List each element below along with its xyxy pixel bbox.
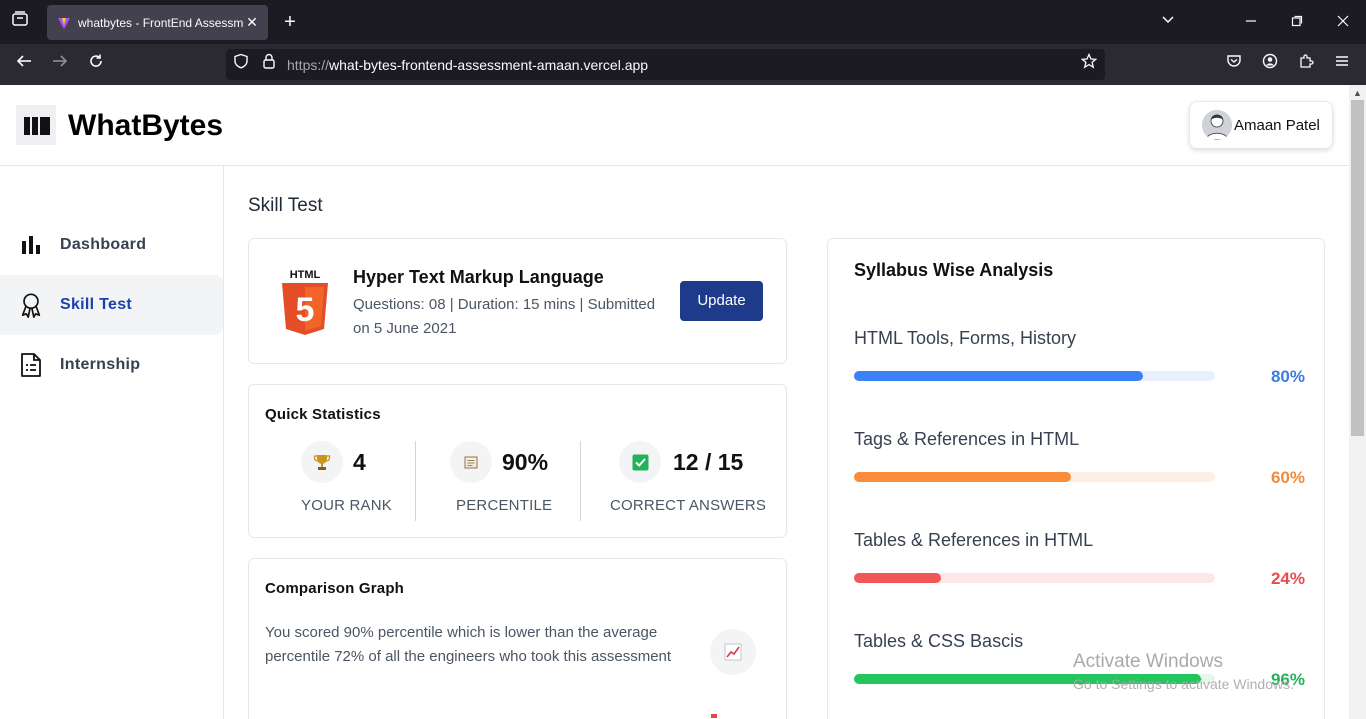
url-host: what-bytes-frontend-assessment-amaan.ver… bbox=[329, 57, 649, 73]
lock-icon[interactable] bbox=[258, 53, 280, 75]
progress-fill bbox=[854, 573, 941, 583]
update-button[interactable]: Update bbox=[680, 281, 763, 321]
vite-favicon-icon bbox=[58, 17, 70, 29]
restore-icon[interactable] bbox=[1285, 10, 1309, 34]
stat-correct-answers: 12 / 15 CORRECT ANSWERS bbox=[610, 441, 766, 521]
url-scheme: https:// bbox=[287, 57, 330, 73]
stat-value: 4 bbox=[353, 448, 366, 475]
scroll-up-arrow-icon[interactable]: ▲ bbox=[1349, 87, 1366, 99]
browser-tab[interactable]: whatbytes - FrontEnd Assessme ✕ bbox=[47, 5, 268, 40]
trophy-icon bbox=[301, 441, 343, 483]
stat-divider bbox=[580, 441, 581, 521]
progress-fill bbox=[854, 674, 1201, 684]
logo-text[interactable]: WhatBytes bbox=[68, 109, 223, 143]
sidebar-item-internship[interactable]: Internship bbox=[0, 335, 223, 395]
shield-icon[interactable] bbox=[230, 53, 252, 75]
sidebar: Dashboard Skill Test Internship bbox=[0, 166, 224, 719]
test-info-card: HTML 5 Hyper Text Markup Language Questi… bbox=[248, 238, 787, 364]
syllabus-item-percent: 96% bbox=[1270, 670, 1305, 689]
syllabus-item-percent: 80% bbox=[1270, 367, 1305, 386]
bookmark-star-icon[interactable] bbox=[1078, 52, 1100, 75]
whatbytes-logo-icon bbox=[16, 105, 56, 145]
test-title: Hyper Text Markup Language bbox=[353, 267, 604, 287]
close-tab-icon[interactable]: ✕ bbox=[244, 14, 260, 31]
syllabus-analysis-card: Syllabus Wise Analysis HTML Tools, Forms… bbox=[827, 238, 1325, 719]
syllabus-item-label: HTML Tools, Forms, History bbox=[854, 328, 1077, 348]
syllabus-title: Syllabus Wise Analysis bbox=[854, 260, 1054, 280]
stat-rank: 4 YOUR RANK bbox=[301, 441, 392, 521]
stat-label: YOUR RANK bbox=[301, 497, 392, 514]
html-logo-text: HTML bbox=[290, 269, 321, 281]
syllabus-item-percent: 60% bbox=[1270, 468, 1305, 487]
syllabus-item: Tables & CSS Bascis 96% bbox=[854, 631, 1306, 691]
back-arrow-icon[interactable] bbox=[12, 52, 36, 76]
avatar bbox=[1202, 110, 1232, 140]
progress-fill bbox=[854, 371, 1143, 381]
test-description: Questions: 08 | Duration: 15 mins | Subm… bbox=[353, 296, 656, 337]
stat-value: 90% bbox=[502, 448, 549, 475]
minimize-icon[interactable] bbox=[1239, 10, 1263, 34]
html-logo-digit: 5 bbox=[296, 291, 315, 329]
user-name: Amaan Patel bbox=[1234, 116, 1320, 134]
syllabus-item-label: Tables & References in HTML bbox=[854, 530, 1094, 550]
reload-icon[interactable] bbox=[84, 52, 108, 76]
scrollbar-thumb[interactable] bbox=[1351, 100, 1364, 436]
sidebar-item-label: Dashboard bbox=[60, 236, 147, 253]
tab-overview-icon[interactable] bbox=[8, 10, 32, 34]
sidebar-item-label: Internship bbox=[60, 356, 141, 373]
browser-tab-bar: whatbytes - FrontEnd Assessme ✕ + bbox=[0, 0, 1366, 44]
quick-statistics-title: Quick Statistics bbox=[265, 406, 381, 423]
award-icon bbox=[18, 292, 44, 318]
trend-chart-icon bbox=[710, 629, 756, 675]
syllabus-item: Tags & References in HTML 60% bbox=[854, 429, 1306, 489]
stat-divider bbox=[415, 441, 416, 521]
new-tab-icon[interactable]: + bbox=[278, 10, 302, 34]
syllabus-item: HTML Tools, Forms, History 80% bbox=[854, 328, 1306, 388]
tab-list-chevron-icon[interactable] bbox=[1156, 10, 1180, 34]
tab-title: whatbytes - FrontEnd Assessme bbox=[78, 15, 244, 30]
address-bar[interactable]: https://what-bytes-frontend-assessment-a… bbox=[226, 49, 1105, 80]
browser-nav-bar: https://what-bytes-frontend-assessment-a… bbox=[0, 44, 1366, 85]
comparison-graph-title: Comparison Graph bbox=[265, 580, 405, 597]
progress-track bbox=[854, 472, 1215, 482]
html5-logo-icon: HTML 5 bbox=[282, 269, 328, 335]
quick-statistics-card: Quick Statistics 4 YOUR RANK 90% PERCENT… bbox=[248, 384, 787, 538]
check-icon bbox=[619, 441, 661, 483]
stat-value: 12 / 15 bbox=[673, 448, 744, 475]
menu-hamburger-icon[interactable] bbox=[1330, 52, 1354, 76]
graph-line-fragment bbox=[711, 714, 717, 718]
clipboard-icon bbox=[450, 441, 492, 483]
stat-label: CORRECT ANSWERS bbox=[610, 497, 767, 514]
syllabus-item-percent: 24% bbox=[1270, 569, 1305, 588]
app-header: WhatBytes Amaan Patel bbox=[0, 85, 1349, 166]
comparison-graph-card: Comparison Graph You scored 90% percenti… bbox=[248, 558, 787, 719]
close-window-icon[interactable] bbox=[1331, 10, 1355, 34]
syllabus-item-label: Tags & References in HTML bbox=[854, 429, 1080, 449]
page-scrollbar[interactable]: ▲ bbox=[1349, 85, 1366, 719]
user-profile-button[interactable]: Amaan Patel bbox=[1189, 101, 1333, 149]
comparison-text: You scored 90% percentile which is lower… bbox=[265, 624, 672, 665]
sidebar-item-label: Skill Test bbox=[60, 296, 133, 313]
sidebar-item-dashboard[interactable]: Dashboard bbox=[0, 215, 223, 275]
progress-track bbox=[854, 674, 1215, 684]
progress-track bbox=[854, 573, 1215, 583]
forward-arrow-icon[interactable] bbox=[48, 52, 72, 76]
progress-fill bbox=[854, 472, 1071, 482]
account-icon[interactable] bbox=[1258, 52, 1282, 76]
page: WhatBytes Amaan Patel Dashboard Skill Te… bbox=[0, 85, 1349, 719]
syllabus-item: Tables & References in HTML 24% bbox=[854, 530, 1306, 590]
sidebar-item-skill-test[interactable]: Skill Test bbox=[0, 275, 223, 335]
url-text[interactable]: https://what-bytes-frontend-assessment-a… bbox=[287, 57, 648, 73]
document-icon bbox=[18, 352, 44, 378]
page-title: Skill Test bbox=[248, 195, 323, 216]
pocket-icon[interactable] bbox=[1222, 52, 1246, 76]
stat-label: PERCENTILE bbox=[456, 497, 553, 514]
bar-chart-icon bbox=[18, 232, 44, 258]
progress-track bbox=[854, 371, 1215, 381]
stat-percentile: 90% PERCENTILE bbox=[450, 441, 552, 521]
syllabus-item-label: Tables & CSS Bascis bbox=[854, 631, 1024, 651]
extensions-icon[interactable] bbox=[1294, 52, 1318, 76]
